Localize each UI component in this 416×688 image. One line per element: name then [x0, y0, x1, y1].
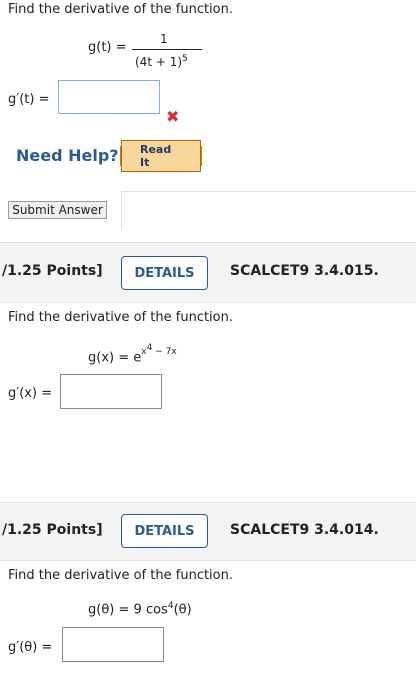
- q1-exponent: 5: [182, 54, 188, 64]
- q3-lhs: g(θ): [88, 602, 115, 618]
- q1-prompt: Find the derivative of the function.: [8, 2, 233, 17]
- q1-denominator-text: (4t + 1): [135, 55, 183, 69]
- q1-fraction-bar: [132, 49, 202, 50]
- q3-eq: =: [118, 602, 130, 618]
- q3-prompt: Find the derivative of the function.: [8, 568, 233, 583]
- q2-function: g(x) = ex4 − 7x: [88, 343, 177, 366]
- q2-answer-label-text: g′(x): [8, 386, 38, 401]
- q2-lhs: g(x): [88, 350, 115, 366]
- q3-points: /1.25 Points]: [2, 522, 103, 538]
- q2-details-button[interactable]: DETAILS: [121, 256, 208, 290]
- q3-function: g(θ) = 9 cos4(θ): [88, 601, 192, 617]
- read-it-label: Read It: [121, 140, 201, 172]
- q3-header-bottom-border: [0, 560, 416, 561]
- q2-prompt: Find the derivative of the function.: [8, 310, 233, 325]
- q2-eq: =: [118, 350, 130, 366]
- q3-header-top-border: [0, 502, 416, 503]
- submit-panel-divider: [121, 191, 416, 229]
- q1-numerator: 1: [160, 32, 168, 46]
- need-help-label: Need Help?: [16, 146, 119, 165]
- q3-rhs-post: (θ): [173, 602, 192, 618]
- q2-header-top-border: [0, 242, 416, 243]
- q2-code: SCALCET9 3.4.015.: [230, 263, 379, 279]
- read-it-button[interactable]: Read It: [120, 140, 202, 172]
- q3-answer-label-text: g′(θ): [8, 640, 38, 655]
- q3-code: SCALCET9 3.4.014.: [230, 522, 379, 538]
- q3-details-button[interactable]: DETAILS: [121, 514, 208, 548]
- q1-answer-label-text: g′(t): [8, 92, 35, 107]
- q2-header-bottom-border: [0, 302, 416, 303]
- q2-answer-label: g′(x) =: [8, 386, 53, 401]
- q1-function-lhs: g(t) =: [88, 40, 127, 55]
- q3-rhs-pre: 9 cos: [133, 602, 168, 618]
- q1-eq: =: [115, 40, 127, 55]
- q1-lhs: g(t): [88, 40, 112, 55]
- q1-denominator: (4t + 1)5: [135, 54, 188, 69]
- q1-answer-input[interactable]: [58, 80, 160, 114]
- q1-answer-label: g′(t) =: [8, 92, 50, 107]
- q2-answer-input[interactable]: [60, 374, 162, 409]
- q2-exp-tail: − 7x: [152, 347, 177, 357]
- q3-answer-label: g′(θ) =: [8, 640, 53, 655]
- q2-exponent: x4 − 7x: [141, 343, 177, 357]
- q2-points: /1.25 Points]: [2, 263, 103, 279]
- q3-answer-input[interactable]: [62, 627, 164, 662]
- submit-answer-button[interactable]: Submit Answer: [8, 201, 107, 219]
- close-icon: ✖: [166, 107, 180, 126]
